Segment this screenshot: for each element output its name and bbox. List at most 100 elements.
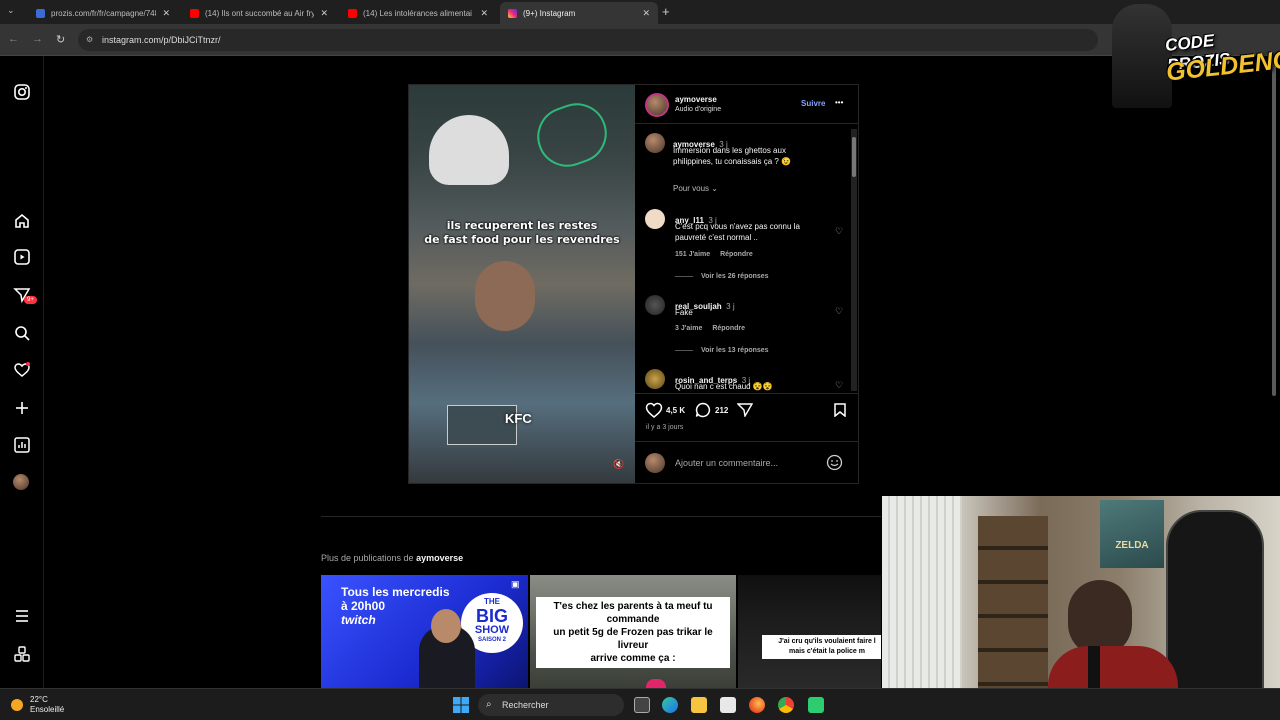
tab-label: (9+) Instagram bbox=[523, 8, 576, 18]
mute-icon[interactable]: 🔇 bbox=[613, 459, 624, 470]
site-info-icon[interactable]: ⚙ bbox=[86, 35, 93, 44]
caption-avatar[interactable] bbox=[645, 133, 665, 153]
scrollbar-thumb[interactable] bbox=[852, 137, 856, 177]
messages-badge: 9+ bbox=[24, 296, 37, 304]
tab-prozis[interactable]: prozis.com/fr/fr/campagne/748 ✕ bbox=[28, 2, 178, 24]
like-heart-icon[interactable] bbox=[645, 402, 663, 418]
edge-icon[interactable] bbox=[662, 697, 678, 713]
comment-like-heart-icon[interactable]: ♡ bbox=[835, 380, 843, 391]
thumb-text: T'es chez les parents à ta meuf tu comma… bbox=[536, 597, 730, 668]
post-thumbnail[interactable]: Tous les mercredis à 20h00 twitch THE BI… bbox=[321, 575, 528, 688]
reel-video[interactable]: ils recuperent les restes de fast food p… bbox=[409, 85, 635, 483]
comment-avatar[interactable] bbox=[645, 209, 665, 229]
browser-tab-strip: ⌄ prozis.com/fr/fr/campagne/748 ✕ (14) I… bbox=[0, 0, 1280, 24]
close-icon[interactable]: ✕ bbox=[642, 8, 650, 19]
url-bar[interactable]: ⚙ instagram.com/p/DbiJCiTtnzr/ bbox=[78, 29, 1098, 51]
new-tab-button[interactable]: + bbox=[662, 4, 670, 19]
search-icon[interactable] bbox=[13, 324, 31, 342]
weather-sun-icon[interactable] bbox=[11, 699, 23, 711]
comment-text: Quoi nan c est chaud 😵😵 bbox=[675, 381, 825, 392]
thumb-line: mais c'était la police m bbox=[789, 648, 865, 655]
more-options-icon[interactable]: ••• bbox=[835, 98, 843, 107]
close-icon[interactable]: ✕ bbox=[480, 8, 488, 19]
tab-youtube-intolerances[interactable]: (14) Les intolérances alimentai ✕ bbox=[340, 2, 496, 24]
forward-arrow-icon[interactable]: → bbox=[32, 33, 43, 45]
tab-label: prozis.com/fr/fr/campagne/748 bbox=[51, 8, 157, 18]
notifications-heart-icon[interactable] bbox=[13, 361, 31, 379]
create-plus-icon[interactable] bbox=[13, 399, 31, 417]
presenter-head bbox=[431, 609, 461, 643]
thumb-line: arrive comme ça : bbox=[590, 653, 676, 664]
streamer-figure bbox=[429, 115, 509, 185]
menu-icon[interactable] bbox=[13, 607, 31, 625]
comment-meta: 151 J'aime Répondre bbox=[675, 251, 753, 258]
post-thumbnail[interactable]: J'ai cru qu'ils voulaient faire l mais c… bbox=[738, 575, 881, 688]
caption-text: Immersion dans les ghettos aux philippin… bbox=[673, 145, 843, 167]
comment-text: Fake bbox=[675, 307, 825, 318]
tab-youtube-airfry[interactable]: (14) Ils ont succombé au Air fry ✕ bbox=[182, 2, 336, 24]
tab-instagram[interactable]: (9+) Instagram ✕ bbox=[500, 2, 658, 24]
windows-start-icon[interactable] bbox=[453, 697, 469, 713]
comment-bubble-icon[interactable] bbox=[695, 402, 711, 418]
file-explorer-icon[interactable] bbox=[691, 697, 707, 713]
caption-line: philippines, tu conaissais ça ? 😉 bbox=[673, 157, 792, 166]
for-you-filter[interactable]: Pour vous ⌄ bbox=[673, 184, 718, 193]
reply-button[interactable]: Répondre bbox=[720, 251, 753, 258]
dashboard-icon[interactable] bbox=[13, 436, 31, 454]
close-icon[interactable]: ✕ bbox=[162, 8, 170, 19]
comment-avatar[interactable] bbox=[645, 369, 665, 389]
emoji-icon[interactable] bbox=[826, 454, 843, 471]
profile-avatar-icon[interactable] bbox=[13, 474, 29, 490]
more-apps-icon[interactable] bbox=[13, 645, 31, 663]
close-icon[interactable]: ✕ bbox=[320, 8, 328, 19]
add-comment-input[interactable]: Ajouter un commentaire... bbox=[675, 458, 778, 468]
more-posts-username[interactable]: aymoverse bbox=[416, 553, 463, 563]
tab-list-chevron-icon[interactable]: ⌄ bbox=[7, 5, 15, 16]
comments-count[interactable]: 212 bbox=[715, 406, 728, 415]
comment-line: C'est pcq vous n'avez pas connu la bbox=[675, 222, 800, 231]
comment-likes[interactable]: 3 J'aime bbox=[675, 325, 702, 332]
chevron-down-icon: ⌄ bbox=[711, 184, 718, 193]
vendor-figure bbox=[475, 261, 535, 331]
likes-count[interactable]: 4,5 K bbox=[666, 406, 685, 415]
post-viewer: ils recuperent les restes de fast food p… bbox=[408, 84, 859, 484]
comment-likes[interactable]: 151 J'aime bbox=[675, 251, 710, 258]
post-thumbnail[interactable]: T'es chez les parents à ta meuf tu comma… bbox=[530, 575, 736, 688]
weather-widget[interactable]: 22°C Ensoleillé bbox=[30, 695, 64, 715]
comments-scrollbar[interactable] bbox=[851, 129, 857, 391]
person-head bbox=[1068, 580, 1132, 656]
youtube-favicon-icon bbox=[348, 8, 357, 18]
firefox-icon[interactable] bbox=[749, 697, 765, 713]
back-arrow-icon[interactable]: ← bbox=[8, 33, 19, 45]
reply-button[interactable]: Répondre bbox=[712, 325, 745, 332]
task-view-icon[interactable] bbox=[634, 697, 650, 713]
follow-button[interactable]: Suivre bbox=[801, 99, 825, 108]
thumb-line: Tous les mercredis bbox=[341, 585, 450, 599]
comment-like-heart-icon[interactable]: ♡ bbox=[835, 226, 843, 237]
tab-label: (14) Ils ont succombé au Air fry bbox=[205, 8, 315, 18]
instagram-logo-icon[interactable] bbox=[13, 83, 31, 101]
bookmark-icon[interactable] bbox=[834, 403, 846, 417]
comment-meta: 3 J'aime Répondre bbox=[675, 325, 745, 332]
home-icon[interactable] bbox=[13, 212, 31, 230]
reels-icon[interactable] bbox=[13, 248, 31, 266]
taskbar-search[interactable]: ⌕ Rechercher bbox=[478, 694, 624, 716]
comment-avatar[interactable] bbox=[645, 295, 665, 315]
comment-like-heart-icon[interactable]: ♡ bbox=[835, 306, 843, 317]
view-replies-button[interactable]: Voir les 13 réponses bbox=[675, 347, 769, 354]
thumb-line: un petit 5g de Frozen pas trikar le livr… bbox=[553, 627, 713, 651]
store-icon[interactable] bbox=[720, 697, 736, 713]
reel-type-icon: ▣ bbox=[511, 579, 520, 589]
thumb-line: T'es chez les parents à ta meuf tu comma… bbox=[553, 601, 713, 625]
author-avatar[interactable] bbox=[645, 93, 669, 117]
chrome-icon[interactable] bbox=[778, 697, 794, 713]
audio-label[interactable]: Audio d'origine bbox=[675, 106, 721, 113]
prozis-favicon-icon bbox=[36, 8, 45, 18]
poster-text: ZELDA bbox=[1115, 540, 1149, 551]
share-send-icon[interactable] bbox=[737, 403, 753, 417]
reload-icon[interactable]: ↻ bbox=[56, 33, 65, 46]
author-username[interactable]: aymoverse bbox=[675, 95, 717, 104]
caption-line: Immersion dans les ghettos aux bbox=[673, 146, 786, 155]
game-app-icon[interactable] bbox=[808, 697, 824, 713]
view-replies-button[interactable]: Voir les 26 réponses bbox=[675, 273, 769, 280]
